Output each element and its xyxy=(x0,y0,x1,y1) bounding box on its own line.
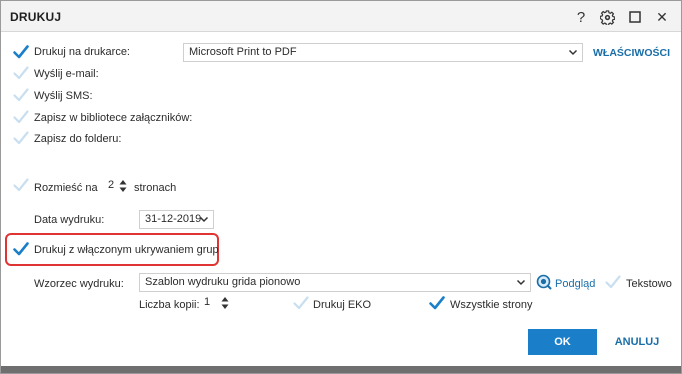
title-bar: DRUKUJ ? ✕ xyxy=(1,1,681,32)
save-folder-checkbox[interactable] xyxy=(12,129,30,147)
template-label: Wzorzec wydruku: xyxy=(34,278,124,290)
help-button[interactable]: ? xyxy=(571,7,591,27)
print-to-printer-label: Drukuj na drukarce: xyxy=(34,46,130,58)
printer-select-value: Microsoft Print to PDF xyxy=(189,46,297,58)
chevron-down-icon xyxy=(568,49,578,56)
chevron-down-icon xyxy=(199,216,209,223)
print-to-printer-checkbox[interactable] xyxy=(12,43,30,61)
template-select[interactable]: Szablon wydruku grida pionowo xyxy=(139,273,531,292)
pages-value: 2 xyxy=(108,179,115,191)
send-email-label: Wyślij e-mail: xyxy=(34,68,99,80)
spin-down-icon[interactable] xyxy=(221,304,229,310)
copies-spinner[interactable]: 1 xyxy=(199,294,231,313)
distribute-suffix: stronach xyxy=(134,182,177,194)
ok-button[interactable]: OK xyxy=(528,329,597,355)
checkmark-icon xyxy=(12,43,30,61)
group-hiding-checkbox[interactable] xyxy=(12,240,30,258)
all-pages-label: Wszystkie strony xyxy=(450,299,533,311)
preview-link[interactable]: Podgląd xyxy=(555,278,595,290)
text-mode-label: Tekstowo xyxy=(626,278,672,290)
checkmark-icon xyxy=(604,273,622,291)
text-mode-checkbox[interactable] xyxy=(604,273,622,291)
checkmark-icon xyxy=(12,240,30,258)
save-folder-label: Zapisz do folderu: xyxy=(34,133,122,145)
maximize-button[interactable] xyxy=(625,7,645,27)
settings-button[interactable] xyxy=(597,7,617,27)
preview-icon[interactable] xyxy=(536,274,552,290)
close-button[interactable]: ✕ xyxy=(652,7,672,27)
spin-up-icon[interactable] xyxy=(119,179,127,185)
print-date-label: Data wydruku: xyxy=(34,214,105,226)
template-select-value: Szablon wydruku grida pionowo xyxy=(145,276,301,288)
checkmark-icon xyxy=(12,64,30,82)
cancel-button[interactable]: ANULUJ xyxy=(604,329,670,355)
checkmark-icon xyxy=(292,294,310,312)
gear-icon xyxy=(599,9,615,25)
printer-select[interactable]: Microsoft Print to PDF xyxy=(183,43,583,62)
send-email-checkbox[interactable] xyxy=(12,64,30,82)
copies-label: Liczba kopii: xyxy=(139,299,200,311)
checkmark-icon xyxy=(12,86,30,104)
bottom-edge xyxy=(1,366,681,373)
group-hiding-label: Drukuj z włączonym ukrywaniem grup xyxy=(34,244,219,256)
send-sms-label: Wyślij SMS: xyxy=(34,90,93,102)
pages-spinner[interactable]: 2 xyxy=(103,177,129,196)
save-attachments-checkbox[interactable] xyxy=(12,108,30,126)
checkmark-icon xyxy=(12,176,30,194)
chevron-down-icon xyxy=(516,279,526,286)
checkmark-icon xyxy=(12,108,30,126)
all-pages-checkbox[interactable] xyxy=(428,294,446,312)
eko-label: Drukuj EKO xyxy=(313,299,372,311)
checkmark-icon xyxy=(12,129,30,147)
send-sms-checkbox[interactable] xyxy=(12,86,30,104)
spin-down-icon[interactable] xyxy=(119,187,127,193)
square-icon xyxy=(629,11,641,23)
print-date-value: 31-12-2019 xyxy=(145,213,202,225)
distribute-checkbox[interactable] xyxy=(12,176,30,194)
spin-up-icon[interactable] xyxy=(221,296,229,302)
eko-checkbox[interactable] xyxy=(292,294,310,312)
save-attachments-label: Zapisz w bibliotece załączników: xyxy=(34,112,193,124)
dialog-title: DRUKUJ xyxy=(10,10,62,24)
print-date-picker[interactable]: 31-12-2019 xyxy=(139,210,214,229)
checkmark-icon xyxy=(428,294,446,312)
copies-value: 1 xyxy=(204,296,211,308)
printer-properties-link[interactable]: WŁAŚCIWOŚCI xyxy=(593,47,670,59)
distribute-label: Rozmieść na xyxy=(34,182,98,194)
